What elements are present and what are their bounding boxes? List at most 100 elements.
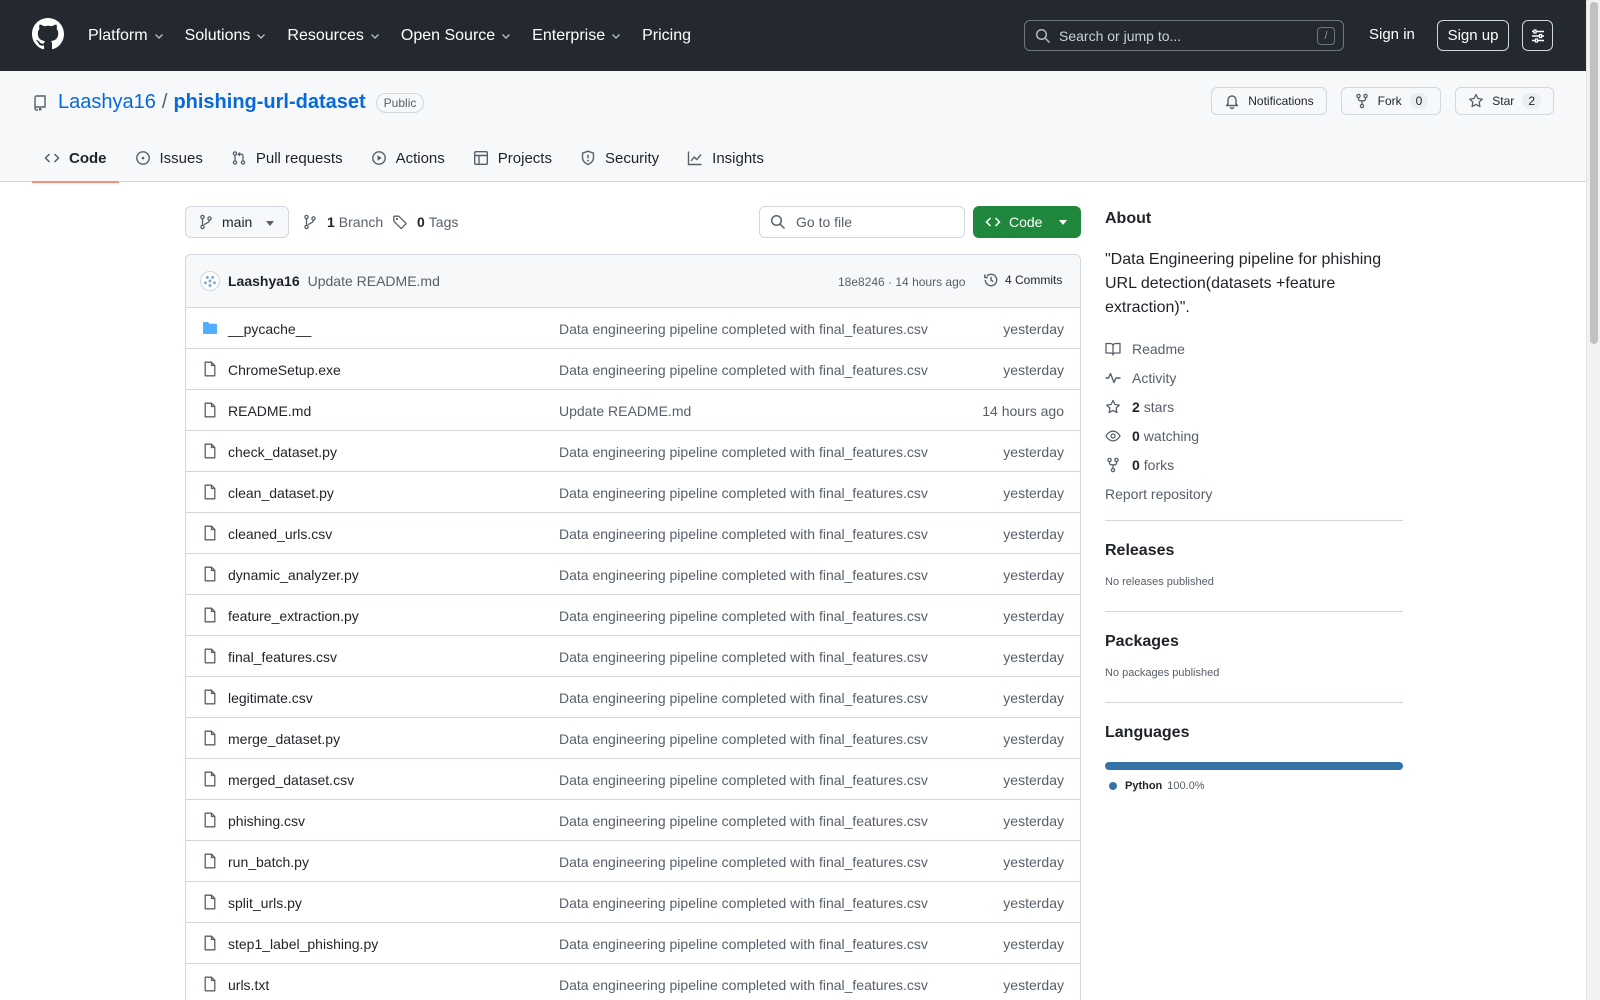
commit-hash-time[interactable]: 18e8246 · 14 hours ago [838,275,965,289]
tab-projects[interactable]: Projects [461,134,564,182]
file-name-link[interactable]: ChromeSetup.exe [228,362,341,378]
forks-link[interactable]: 0 forks [1105,450,1403,479]
tags-link[interactable]: 0 Tags [392,214,458,230]
file-name-link[interactable]: final_features.csv [228,649,337,665]
file-row[interactable]: clean_dataset.py Data engineering pipelin… [186,472,1080,513]
activity-link[interactable]: Activity [1105,363,1403,392]
fork-icon [1355,93,1368,109]
file-commit-message-link[interactable]: Data engineering pipeline completed with… [559,977,928,993]
tab-pull-requests[interactable]: Pull requests [219,134,355,182]
nav-resources[interactable]: Resources [287,27,380,45]
branch-selector[interactable]: main [185,206,289,238]
file-name-link[interactable]: phishing.csv [228,813,305,829]
page-scrollbar[interactable] [1586,0,1600,1000]
watching-link[interactable]: 0 watching [1105,421,1403,450]
tab-code[interactable]: Code [32,134,119,183]
branches-link[interactable]: 1 Branch [302,214,383,230]
nav-enterprise[interactable]: Enterprise [532,27,622,45]
file-row[interactable]: step1_label_phishing.py Data engineering … [186,923,1080,964]
file-name-link[interactable]: run_batch.py [228,854,309,870]
file-name-link[interactable]: check_dataset.py [228,444,337,460]
file-name-link[interactable]: merged_dataset.csv [228,772,354,788]
file-commit-message-link[interactable]: Data engineering pipeline completed with… [559,444,928,460]
tab-insights[interactable]: Insights [675,134,776,182]
go-to-file-input[interactable]: Go to file [759,206,965,238]
file-row[interactable]: urls.txt Data engineering pipeline comple… [186,964,1080,1000]
nav-pricing[interactable]: Pricing [642,27,691,45]
file-row[interactable]: run_batch.py Data engineering pipeline co… [186,841,1080,882]
global-menu-button[interactable] [1522,20,1553,51]
nav-platform[interactable]: Platform [88,27,165,45]
sign-up-button[interactable]: Sign up [1437,20,1509,51]
scrollbar-thumb[interactable] [1590,2,1598,344]
releases-title[interactable]: Releases [1105,542,1403,560]
file-row[interactable]: README.md Update README.md 14 hours ago [186,390,1080,431]
sign-in-link[interactable]: Sign in [1369,26,1415,43]
file-name-link[interactable]: clean_dataset.py [228,485,334,501]
file-row[interactable]: merge_dataset.py Data engineering pipelin… [186,718,1080,759]
commit-message-link[interactable]: Update README.md [308,273,440,289]
file-name-link[interactable]: step1_label_phishing.py [228,936,378,952]
file-commit-message-link[interactable]: Data engineering pipeline completed with… [559,567,928,583]
avatar[interactable] [200,271,220,291]
file-row[interactable]: final_features.csv Data engineering pipel… [186,636,1080,677]
file-commit-message-link[interactable]: Data engineering pipeline completed with… [559,321,928,337]
file-commit-message-link[interactable]: Data engineering pipeline completed with… [559,362,928,378]
file-row[interactable]: ChromeSetup.exe Data engineering pipeline… [186,349,1080,390]
file-commit-message-link[interactable]: Data engineering pipeline completed with… [559,731,928,747]
file-name-link[interactable]: split_urls.py [228,895,302,911]
repo-name-link[interactable]: phishing-url-dataset [173,91,365,114]
star-button[interactable]: Star 2 [1455,87,1554,115]
tab-issues[interactable]: Issues [123,134,215,182]
file-commit-message-link[interactable]: Data engineering pipeline completed with… [559,485,928,501]
file-name-link[interactable]: __pycache__ [228,321,311,337]
folder-icon [203,322,217,334]
stars-link[interactable]: 2 stars [1105,392,1403,421]
packages-empty-text: No packages published [1105,667,1220,679]
tab-security[interactable]: Security [568,134,671,182]
file-row[interactable]: feature_extraction.py Data engineering pi… [186,595,1080,636]
slash-shortcut-key: / [1317,27,1335,45]
file-name-link[interactable]: legitimate.csv [228,690,313,706]
file-commit-message-link[interactable]: Data engineering pipeline completed with… [559,895,928,911]
packages-title[interactable]: Packages [1105,633,1403,651]
file-commit-message-link[interactable]: Data engineering pipeline completed with… [559,608,928,624]
file-name-link[interactable]: cleaned_urls.csv [228,526,332,542]
file-row[interactable]: dynamic_analyzer.py Data engineering pipe… [186,554,1080,595]
nav-solutions[interactable]: Solutions [185,27,268,45]
fork-button[interactable]: Fork 0 [1340,87,1442,115]
file-row[interactable]: check_dataset.py Data engineering pipelin… [186,431,1080,472]
nav-open-source[interactable]: Open Source [401,27,512,45]
global-search-input[interactable]: Search or jump to... / [1024,20,1344,51]
commit-author-link[interactable]: Laashya16 [228,273,300,289]
caret-down-icon [266,221,274,226]
file-commit-message-link[interactable]: Data engineering pipeline completed with… [559,526,928,542]
file-commit-message-link[interactable]: Data engineering pipeline completed with… [559,772,928,788]
file-commit-message-link[interactable]: Data engineering pipeline completed with… [559,854,928,870]
file-name-link[interactable]: README.md [228,403,311,419]
file-name-link[interactable]: urls.txt [228,977,269,993]
readme-link[interactable]: Readme [1105,334,1403,363]
file-commit-message-link[interactable]: Update README.md [559,403,691,419]
file-row[interactable]: split_urls.py Data engineering pipeline c… [186,882,1080,923]
file-row[interactable]: phishing.csv Data engineering pipeline co… [186,800,1080,841]
tab-actions[interactable]: Actions [359,134,457,182]
notifications-button[interactable]: Notifications [1211,87,1327,115]
file-commit-message-link[interactable]: Data engineering pipeline completed with… [559,649,928,665]
commits-history-link[interactable]: 4 Commits [983,272,1062,288]
file-commit-message-link[interactable]: Data engineering pipeline completed with… [559,813,928,829]
code-dropdown-button[interactable]: Code [973,206,1081,238]
file-row[interactable]: cleaned_urls.csv Data engineering pipelin… [186,513,1080,554]
language-item-python[interactable]: Python 100.0% [1109,780,1403,792]
file-row[interactable]: __pycache__ Data engineering pipeline com… [186,308,1080,349]
github-logo-icon[interactable] [32,18,64,50]
file-name-link[interactable]: merge_dataset.py [228,731,340,747]
report-repository-link[interactable]: Report repository [1105,479,1403,508]
file-commit-message-link[interactable]: Data engineering pipeline completed with… [559,690,928,706]
repo-owner-link[interactable]: Laashya16 [58,91,156,114]
file-commit-message-link[interactable]: Data engineering pipeline completed with… [559,936,928,952]
file-name-link[interactable]: feature_extraction.py [228,608,359,624]
file-name-link[interactable]: dynamic_analyzer.py [228,567,359,583]
file-row[interactable]: merged_dataset.csv Data engineering pipel… [186,759,1080,800]
file-row[interactable]: legitimate.csv Data engineering pipeline … [186,677,1080,718]
